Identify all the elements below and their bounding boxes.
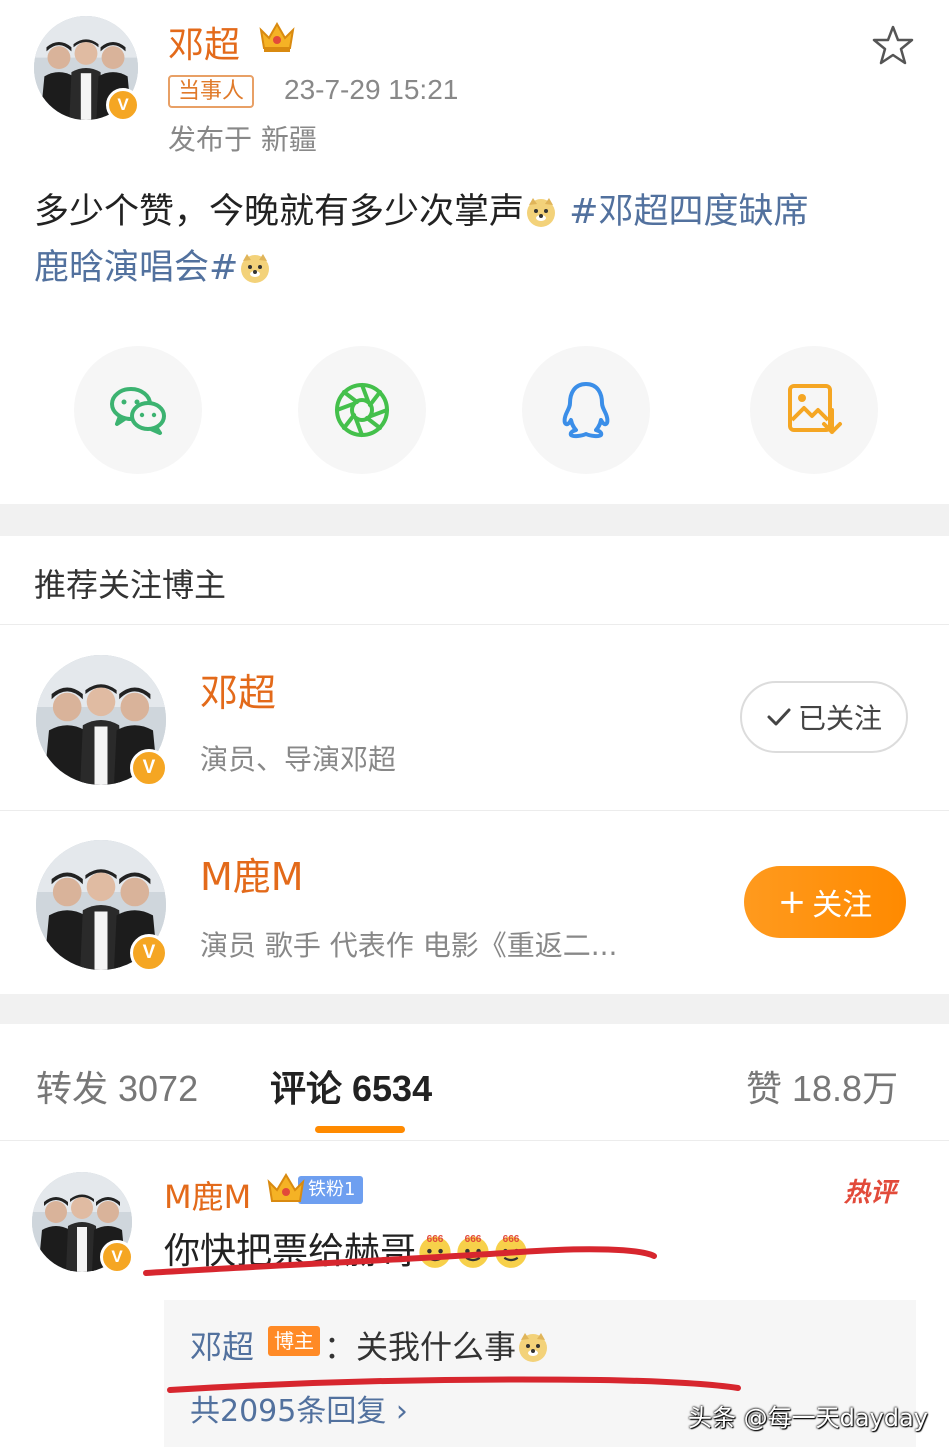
follow-label: 关注 xyxy=(812,888,873,923)
doge-emoji-icon xyxy=(241,254,270,283)
party-badge: 当事人 xyxy=(168,75,255,108)
reply-author-name[interactable]: 邓超 xyxy=(190,1322,254,1368)
svg-text:666: 666 xyxy=(503,1234,520,1245)
share-wechat-button[interactable] xyxy=(74,346,202,474)
crown-icon xyxy=(267,1173,305,1202)
share-qq-button[interactable] xyxy=(522,346,650,474)
post-text: 多少个赞，今晚就有多少次掌声 xyxy=(34,192,525,232)
svg-text:666: 666 xyxy=(465,1234,482,1245)
wechat-icon xyxy=(110,387,166,435)
crown-icon xyxy=(259,21,295,52)
watermark: 头条 @每一天dayday xyxy=(688,1404,928,1432)
section-separator xyxy=(0,504,949,536)
post-author-name[interactable]: 邓超 xyxy=(168,16,240,68)
recommend-name[interactable]: M鹿M xyxy=(200,846,304,901)
doge-emoji-icon xyxy=(519,1333,548,1362)
hashtag-link-continued[interactable]: 鹿晗演唱会# xyxy=(34,248,238,288)
post-content: 多少个赞，今晚就有多少次掌声 #邓超四度缺席 鹿晗演唱会# xyxy=(34,184,914,296)
save-image-icon xyxy=(788,384,842,434)
tab-likes[interactable]: 赞 18.8万 xyxy=(746,1060,898,1112)
recommend-desc: 演员、导演邓超 xyxy=(200,743,397,776)
reply-body: ：关我什么事 xyxy=(324,1328,517,1366)
recommend-name[interactable]: 邓超 xyxy=(200,662,276,717)
verified-badge-icon: V xyxy=(130,934,168,972)
blogger-badge: 博主 xyxy=(268,1326,320,1356)
tab-active-indicator xyxy=(315,1126,405,1133)
recommend-title: 推荐关注博主 xyxy=(34,566,227,604)
comment-body: 你快把票给赫哥 xyxy=(164,1231,417,1272)
follow-button[interactable]: + 关注 xyxy=(744,866,906,938)
divider xyxy=(0,624,949,625)
favorite-star-icon[interactable] xyxy=(872,24,914,66)
tab-comments[interactable]: 评论 6534 xyxy=(270,1060,432,1112)
checkmark-icon xyxy=(767,708,791,726)
verified-badge-icon: V xyxy=(130,749,168,787)
plus-icon: + xyxy=(777,882,807,922)
save-image-button[interactable] xyxy=(750,346,878,474)
post-timestamp: 23-7-29 15:21 xyxy=(284,74,459,105)
666-emoji-icon: 666 xyxy=(419,1234,451,1268)
divider xyxy=(0,810,949,811)
section-separator xyxy=(0,994,949,1024)
hashtag-link[interactable]: #邓超四度缺席 xyxy=(569,192,808,232)
divider xyxy=(0,1140,949,1141)
666-emoji-icon: 666 xyxy=(457,1234,489,1268)
svg-text:666: 666 xyxy=(427,1234,444,1245)
doge-emoji-icon xyxy=(527,198,556,227)
comment-avatar[interactable]: V xyxy=(32,1172,134,1274)
fan-level-badge: 铁粉1 xyxy=(298,1176,364,1204)
recommend-avatar-dengchao[interactable]: V xyxy=(36,655,168,787)
share-moments-button[interactable] xyxy=(298,346,426,474)
verified-badge-icon: V xyxy=(106,88,140,122)
tab-reposts[interactable]: 转发 3072 xyxy=(36,1060,198,1112)
recommend-avatar-luhan[interactable]: V xyxy=(36,840,168,972)
followed-label: 已关注 xyxy=(797,702,882,735)
followed-button[interactable]: 已关注 xyxy=(740,681,908,753)
view-all-replies-link[interactable]: 共2095条回复 › xyxy=(190,1386,408,1430)
post-location: 发布于 新疆 xyxy=(168,123,317,156)
qq-icon xyxy=(562,382,610,439)
verified-badge-icon: V xyxy=(100,1240,134,1274)
reply-text: ：关我什么事 xyxy=(324,1322,550,1368)
post-author-avatar[interactable]: V xyxy=(34,16,140,122)
recommend-desc: 演员 歌手 代表作 电影《重返二... xyxy=(200,929,618,962)
666-emoji-icon: 666 xyxy=(495,1234,527,1268)
moments-icon xyxy=(335,383,389,437)
hot-comment-label: 热评 xyxy=(844,1178,897,1208)
comment-text: 你快把票给赫哥 666 666 666 xyxy=(164,1222,530,1274)
comment-author-name[interactable]: M鹿M xyxy=(164,1172,251,1218)
